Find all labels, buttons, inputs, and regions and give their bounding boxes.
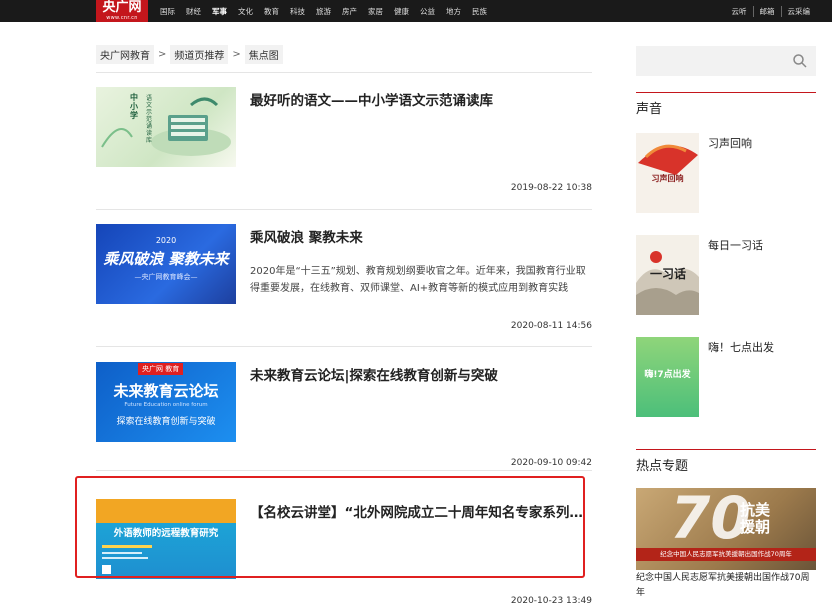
- breadcrumb-separator: >: [158, 48, 167, 60]
- article-item: 央广网 教育 未来教育云论坛 Future Education online f…: [96, 362, 592, 472]
- top-links: 云听 邮箱 云采编: [726, 0, 817, 22]
- section-heading-voice: 声音: [636, 92, 816, 117]
- breadcrumb: 央广网教育 > 频道页推荐 > 焦点图: [96, 44, 283, 64]
- article-date: 2020-08-11 14:56: [510, 321, 592, 331]
- thumb-text: 探索在线教育创新与突破: [116, 417, 216, 427]
- thumb-text: 语文示范诵读库: [146, 95, 153, 144]
- nav-item-travel[interactable]: 旅游: [316, 6, 331, 17]
- article-title[interactable]: 未来教育云论坛|探索在线教育创新与突破: [250, 364, 586, 384]
- thumb-text: 2020: [155, 236, 177, 245]
- logo-text: 央广网: [102, 0, 142, 15]
- thumb-text: —央广网教育峰会—: [134, 273, 198, 281]
- voice-item: 嗨!7点出发 嗨！七点出发: [636, 337, 816, 417]
- article-item: 2020 乘风破浪 聚教未来 —央广网教育峰会— 乘风破浪 聚教未来 2020年…: [96, 224, 592, 334]
- breadcrumb-education[interactable]: 央广网教育: [96, 44, 154, 64]
- nav-item-ethnic[interactable]: 民族: [472, 6, 487, 17]
- article-date: 2020-09-10 09:42: [510, 458, 592, 468]
- article-title[interactable]: 最好听的语文——中小学语文示范诵读库: [250, 89, 586, 109]
- breadcrumb-channel[interactable]: 频道页推荐: [170, 44, 229, 64]
- hot-topic-caption[interactable]: 纪念中国人民志愿军抗美援朝出国作战70周年: [636, 571, 816, 601]
- thumb-text: 抗美援朝: [740, 501, 771, 536]
- nav-item-local[interactable]: 地方: [446, 6, 461, 17]
- article-thumbnail[interactable]: 2020 乘风破浪 聚教未来 —央广网教育峰会—: [96, 224, 236, 304]
- nav-item-health[interactable]: 健康: [394, 6, 409, 17]
- thumb-number: 70: [670, 488, 751, 552]
- thumb-band: 纪念中国人民志愿军抗美援朝出国作战70周年: [636, 548, 816, 561]
- article-title[interactable]: 乘风破浪 聚教未来: [250, 226, 586, 246]
- nav-item-culture[interactable]: 文化: [238, 6, 253, 17]
- voice-thumbnail[interactable]: 习声回响: [636, 133, 699, 213]
- nav-item-tech[interactable]: 科技: [290, 6, 305, 17]
- voice-item: 习声回响 习声回响: [636, 133, 816, 213]
- search-box: [636, 46, 816, 76]
- thumb-text: Future Education online forum: [124, 402, 208, 408]
- link-yuncaibian[interactable]: 云采编: [780, 5, 817, 17]
- voice-thumbnail[interactable]: 一习话: [636, 235, 699, 315]
- nav-item-education[interactable]: 教育: [264, 6, 279, 17]
- breadcrumb-divider: [96, 72, 592, 73]
- nav-item-military[interactable]: 军事: [212, 6, 227, 17]
- nav-item-finance[interactable]: 财经: [186, 6, 201, 17]
- logo-url: www.cnr.cn: [106, 15, 138, 21]
- article-item: 中小学 语文示范诵读库 最好听的语文——中小学语文示范诵读库 2019-08-2…: [96, 87, 592, 197]
- breadcrumb-separator: >: [232, 48, 241, 60]
- site-logo[interactable]: 央广网 www.cnr.cn: [96, 0, 148, 22]
- nav-item-charity[interactable]: 公益: [420, 6, 435, 17]
- voice-item-title[interactable]: 嗨！七点出发: [708, 339, 774, 355]
- thumb-text: 嗨!7点出发: [644, 370, 691, 380]
- breadcrumb-focus[interactable]: 焦点图: [244, 44, 283, 64]
- thumb-text: 中小学: [130, 93, 138, 120]
- article-divider: [96, 346, 592, 347]
- link-yunting[interactable]: 云听: [726, 6, 753, 17]
- voice-item-title[interactable]: 习声回响: [708, 135, 752, 151]
- article-thumbnail[interactable]: 中小学 语文示范诵读库: [96, 87, 236, 167]
- link-mailbox[interactable]: 邮箱: [752, 5, 781, 17]
- article-thumbnail[interactable]: 央广网 教育 未来教育云论坛 Future Education online f…: [96, 362, 236, 442]
- thumb-text: 乘风破浪 聚教未来: [103, 250, 229, 268]
- article-divider: [96, 209, 592, 210]
- voice-item-title[interactable]: 每日一习话: [708, 237, 763, 253]
- thumb-text: 习声回响: [651, 174, 684, 183]
- voice-thumbnail[interactable]: 嗨!7点出发: [636, 337, 699, 417]
- thumb-text: 一习话: [650, 267, 687, 281]
- top-nav-bar: 央广网 www.cnr.cn 国际 财经 军事 文化 教育 科技 旅游 房产 家…: [0, 0, 832, 22]
- section-heading-hot-topics: 热点专题: [636, 449, 816, 474]
- voice-item: 一习话 每日一习话: [636, 235, 816, 315]
- nav-item-realestate[interactable]: 房产: [342, 6, 357, 17]
- article-summary: 2020年是“十三五”规划、教育规划纲要收官之年。近年来，我国教育行业取得重要发…: [250, 266, 586, 294]
- search-icon[interactable]: [792, 53, 808, 69]
- article-divider: [96, 470, 592, 471]
- nav-item-home[interactable]: 家居: [368, 6, 383, 17]
- article-date: 2020-10-23 13:49: [510, 596, 592, 606]
- thumb-text: 未来教育云论坛: [113, 382, 219, 400]
- selection-highlight: [75, 476, 585, 578]
- hot-topic-banner[interactable]: 70 抗美援朝 纪念中国人民志愿军抗美援朝出国作战70周年: [636, 488, 816, 570]
- channel-nav: 国际 财经 军事 文化 教育 科技 旅游 房产 家居 健康 公益 地方 民族: [160, 0, 498, 22]
- search-input[interactable]: [642, 52, 786, 72]
- article-date: 2019-08-22 10:38: [510, 183, 592, 193]
- nav-item-international[interactable]: 国际: [160, 6, 175, 17]
- reading-book-illustration: [101, 97, 231, 156]
- thumb-text: 央广网 教育: [138, 363, 184, 375]
